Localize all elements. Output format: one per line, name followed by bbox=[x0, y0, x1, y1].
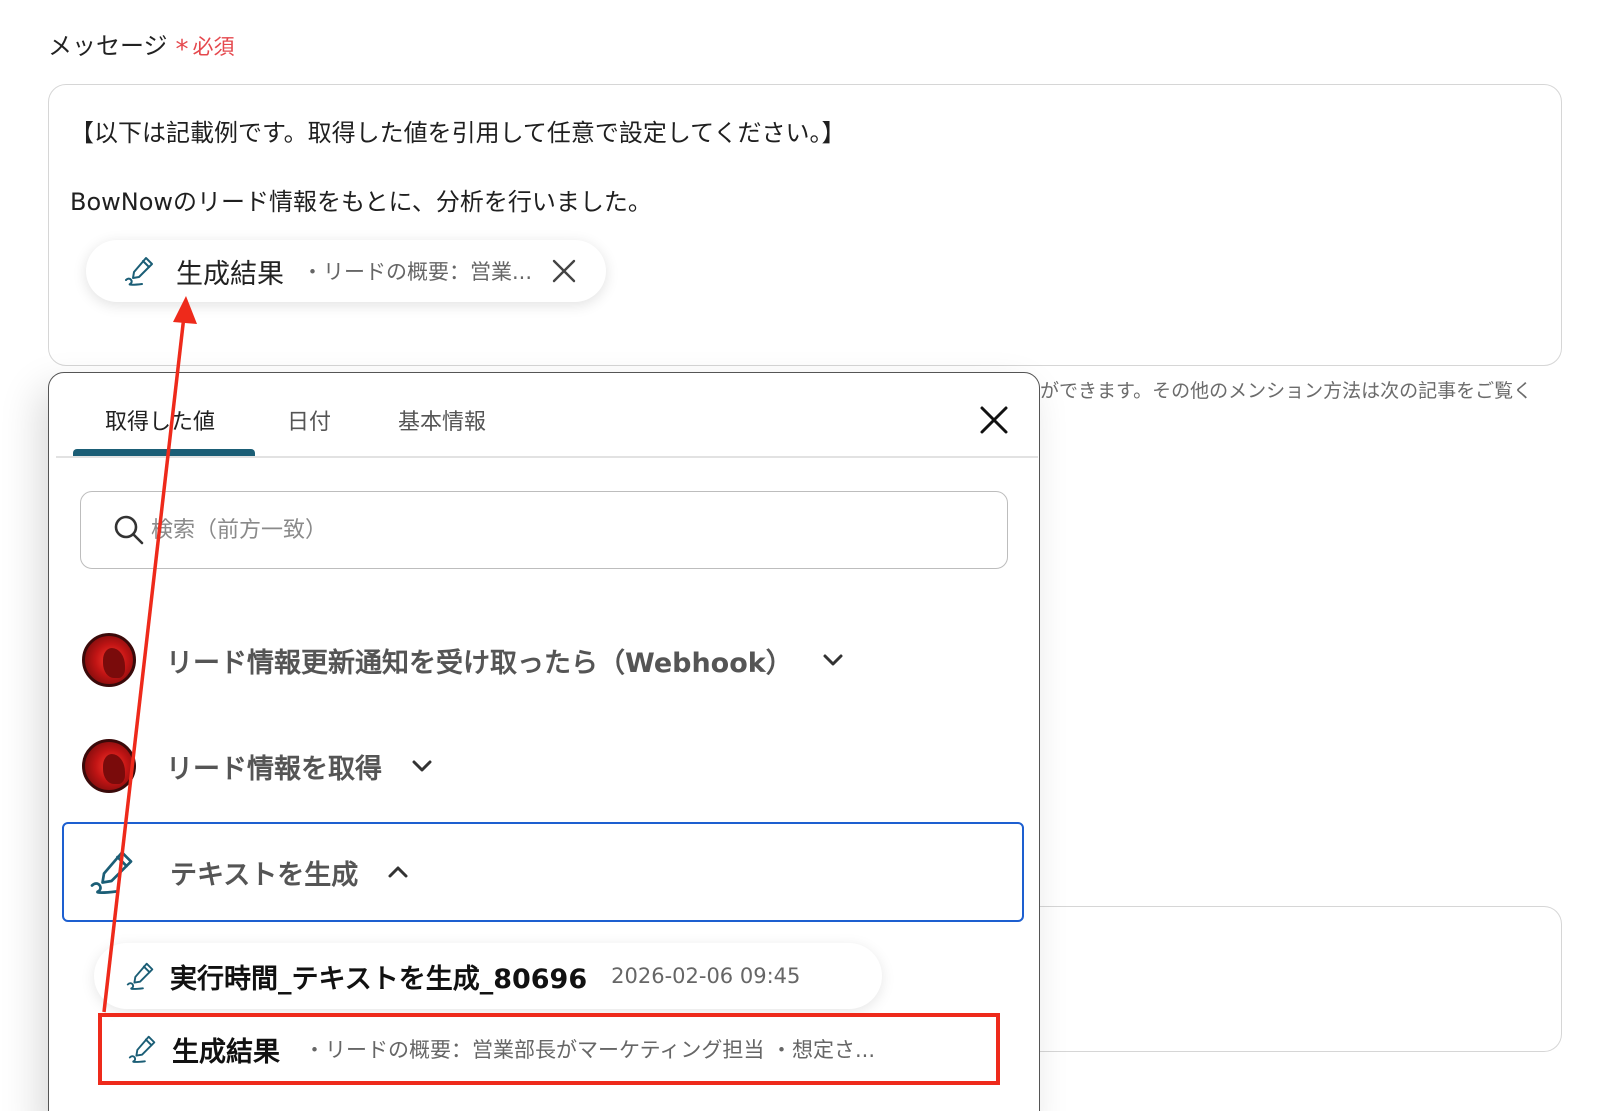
step-label: リード情報を取得 bbox=[166, 753, 382, 785]
ai-pen-icon bbox=[86, 845, 140, 899]
value-item-title: 実行時間_テキストを生成_80696 bbox=[170, 963, 588, 995]
step-generate-text[interactable]: テキストを生成 bbox=[62, 822, 1024, 922]
required-badge: * 必須 bbox=[176, 31, 235, 65]
required-text: 必須 bbox=[192, 35, 235, 59]
step-webhook-trigger[interactable]: リード情報更新通知を受け取ったら（Webhook） bbox=[82, 624, 845, 696]
ai-pen-icon bbox=[124, 959, 158, 993]
field-label-text: メッセージ bbox=[48, 32, 168, 60]
tab-acquired-values[interactable]: 取得した値 bbox=[105, 404, 215, 436]
search-icon bbox=[113, 514, 145, 546]
tab-divider bbox=[56, 456, 1038, 458]
step-label: テキストを生成 bbox=[170, 859, 359, 891]
step-label: リード情報更新通知を受け取ったら（Webhook） bbox=[166, 647, 793, 679]
required-star: * bbox=[175, 35, 189, 65]
value-item-title: 生成結果 bbox=[172, 1036, 280, 1068]
search-input[interactable] bbox=[151, 517, 971, 543]
message-line-1: 【以下は記載例です。取得した値を引用して任意で設定してください。】 bbox=[70, 119, 846, 147]
bownow-app-icon bbox=[82, 739, 136, 793]
value-item-execution-time[interactable]: 実行時間_テキストを生成_80696 2026-02-06 09:45 bbox=[94, 943, 882, 1009]
step-get-lead-info[interactable]: リード情報を取得 bbox=[82, 730, 434, 802]
field-label: メッセージ * 必須 bbox=[48, 26, 235, 65]
helper-text: ができます。その他のメンション方法は次の記事をご覧く bbox=[1040, 380, 1533, 402]
ai-pen-icon bbox=[126, 1032, 160, 1066]
tab-date[interactable]: 日付 bbox=[287, 404, 331, 436]
chevron-down-icon bbox=[410, 754, 434, 778]
close-icon[interactable] bbox=[550, 257, 578, 285]
popover-close-icon[interactable] bbox=[978, 404, 1010, 436]
tab-basic-info[interactable]: 基本情報 bbox=[398, 404, 486, 436]
chevron-down-icon bbox=[821, 648, 845, 672]
chevron-up-icon bbox=[386, 860, 410, 884]
next-field-box[interactable] bbox=[1030, 906, 1562, 1052]
active-tab-indicator bbox=[73, 449, 255, 456]
message-line-2: BowNowのリード情報をもとに、分析を行いました。 bbox=[70, 188, 652, 216]
value-item-meta: 2026-02-06 09:45 bbox=[611, 964, 801, 988]
value-item-generated-result[interactable]: 生成結果 ・リードの概要：営業部長がマーケティング担当 ・想定さ... bbox=[96, 1016, 996, 1082]
mention-chip-title: 生成結果 bbox=[176, 258, 284, 290]
search-field[interactable] bbox=[80, 491, 1008, 569]
value-item-meta: ・リードの概要：営業部長がマーケティング担当 ・想定さ... bbox=[304, 1038, 876, 1062]
bownow-app-icon bbox=[82, 633, 136, 687]
ai-pen-icon bbox=[122, 253, 158, 289]
mention-chip[interactable]: 生成結果 ・リードの概要：営業... bbox=[86, 240, 606, 302]
mention-chip-preview: ・リードの概要：営業... bbox=[302, 260, 533, 284]
